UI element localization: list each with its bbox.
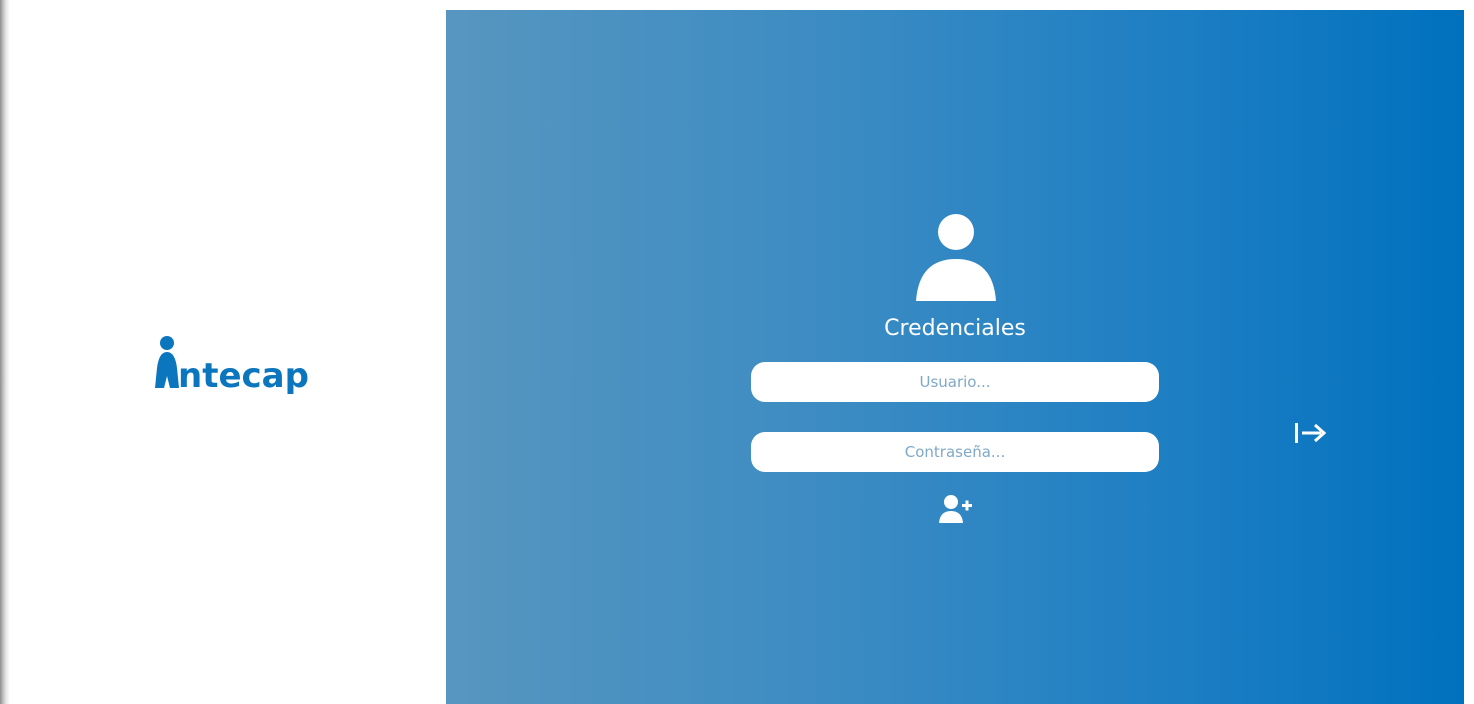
window-top-edge (10, 0, 1474, 10)
logo-text: ntecap (178, 356, 309, 396)
window-edge-shadow (0, 0, 10, 704)
user-icon (916, 214, 996, 301)
sign-in-arrow-icon[interactable] (1292, 418, 1332, 448)
login-panel: Credenciales (446, 10, 1464, 704)
brand-panel: ntecap (10, 10, 446, 704)
add-user-icon[interactable] (939, 494, 973, 524)
intecap-logo: ntecap (155, 330, 315, 410)
password-input[interactable] (751, 432, 1159, 472)
intecap-logo-graphic: ntecap (155, 336, 309, 396)
login-window: ntecap Credenciales (0, 0, 1474, 704)
username-input[interactable] (751, 362, 1159, 402)
credentials-title: Credenciales (884, 316, 1026, 341)
